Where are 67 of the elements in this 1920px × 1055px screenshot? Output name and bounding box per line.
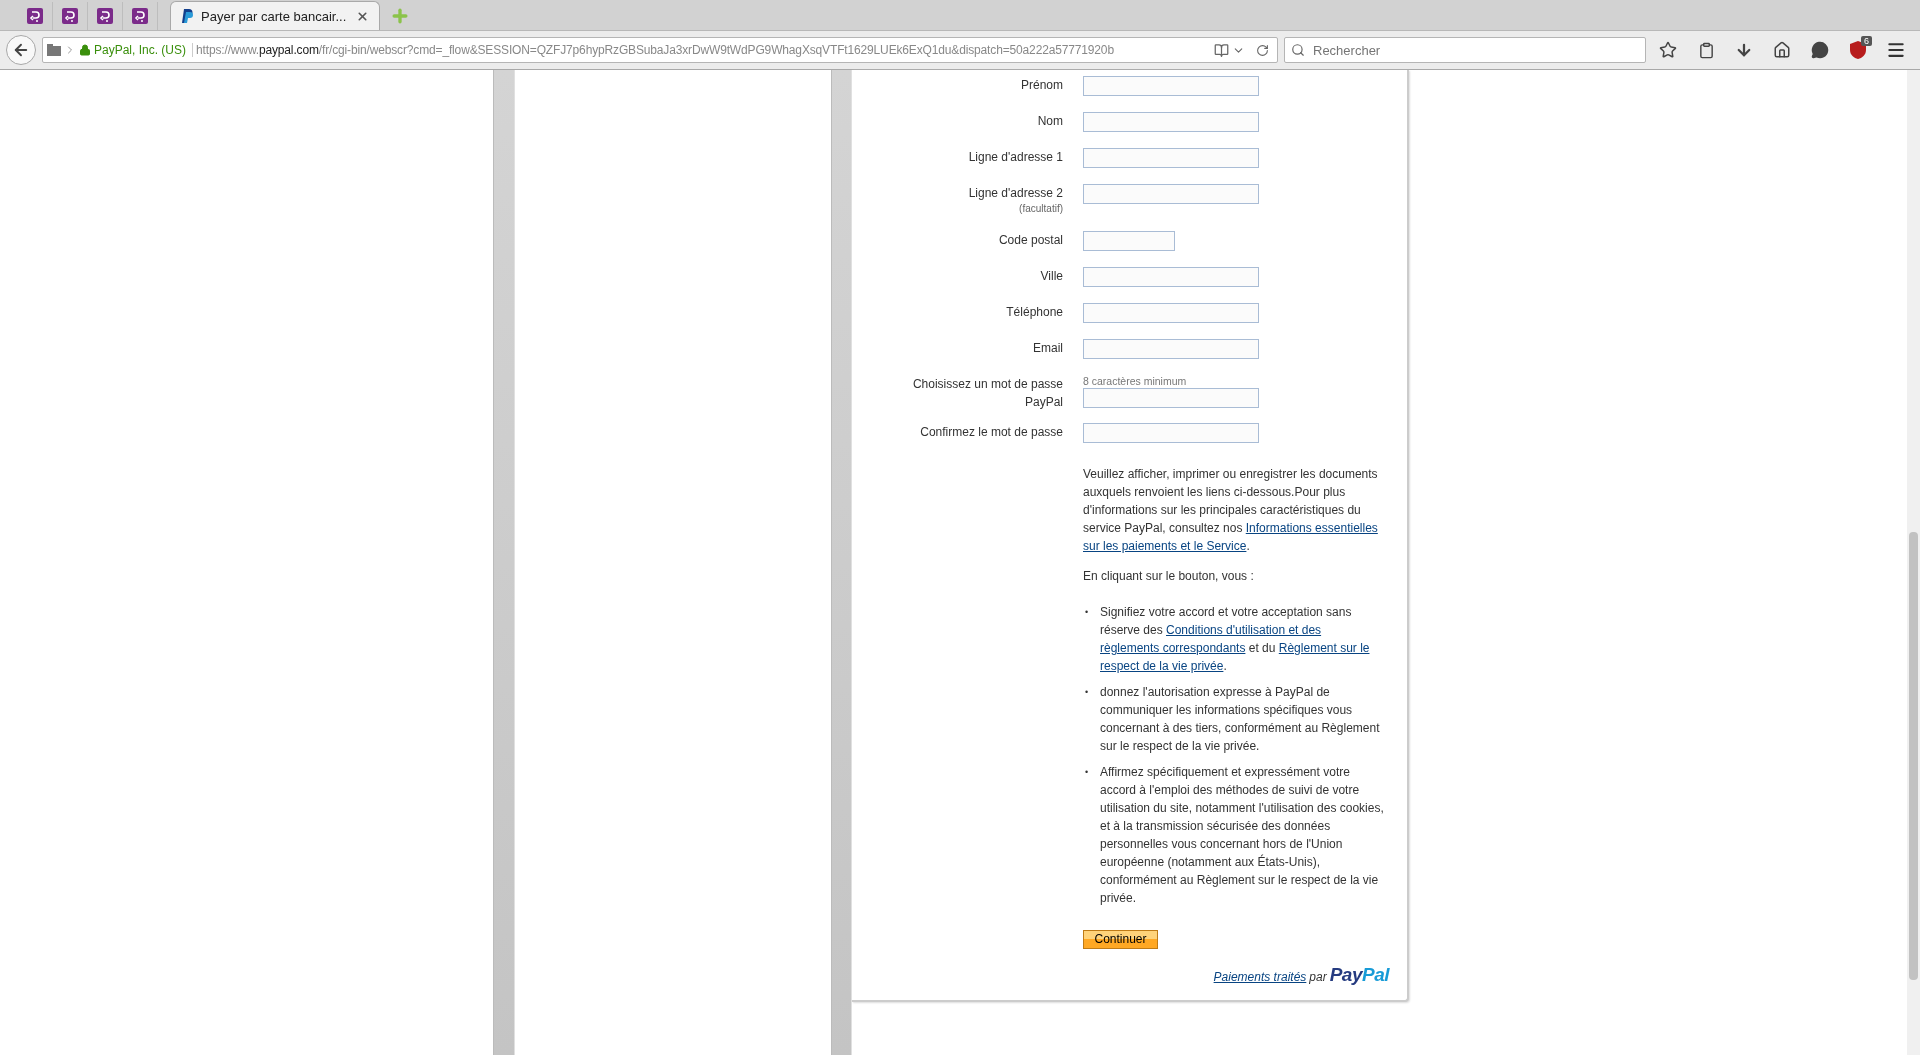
link[interactable]: règlements correspondants	[1100, 641, 1246, 655]
lead-text: En cliquant sur le bouton, vous :	[1083, 568, 1255, 585]
by-text: par	[1309, 969, 1327, 984]
search-input[interactable]: Rechercher	[1311, 41, 1645, 59]
reader-icon[interactable]	[1214, 42, 1229, 58]
input-field[interactable]	[1083, 267, 1259, 287]
input-field[interactable]	[1083, 148, 1259, 168]
input-field[interactable]	[1083, 423, 1259, 443]
speech-bubble-icon	[1811, 41, 1829, 59]
star-icon	[1659, 41, 1677, 59]
field-label: Prénom	[1019, 77, 1063, 94]
clipboard-icon	[1697, 41, 1715, 59]
input-field[interactable]	[1083, 76, 1259, 96]
bullet-marker: •	[1085, 606, 1090, 619]
close-icon[interactable]	[356, 9, 369, 23]
scrollbar-thumb[interactable]	[1909, 532, 1918, 980]
link[interactable]: Règlement sur le	[1278, 641, 1370, 655]
field-label: Email	[1032, 340, 1063, 357]
site-identity: PayPal, Inc. (US)	[94, 43, 194, 57]
app-icon	[97, 8, 113, 24]
home-icon	[1773, 41, 1791, 59]
search-icon	[1291, 43, 1305, 57]
back-button[interactable]	[6, 35, 36, 65]
field-label: Nom	[1036, 113, 1063, 130]
field-label: Code postal	[997, 232, 1063, 249]
field-note: (facultatif)	[1019, 202, 1063, 215]
paypal-logo: PayPal	[1329, 963, 1389, 986]
field-hint: 8 caractères minimum	[1083, 375, 1188, 388]
app-icon	[62, 8, 78, 24]
reload-icon[interactable]	[1256, 43, 1269, 57]
plus-icon	[390, 6, 410, 26]
bullet-marker: •	[1085, 686, 1090, 699]
list-item: Signifiez votre accord et votre acceptation sans réserve des Conditions d'utilisation et des règlements correspondants et du Règlement sur le respect de la vie privée.	[1100, 604, 1371, 675]
field-label: Confirmez le mot de passe	[919, 424, 1063, 441]
url-text: https://www.paypal.com/fr/cgi-bin/webscr?cmd=_flow&SESSION=QZFJ7p6hypRzGBSubaJa3xrDwW9tWdPG9WhagXsqVTFt1629LUEk6ExQ1du&dispatch=50a222a57771920b	[196, 43, 1115, 57]
input-field[interactable]	[1083, 231, 1175, 251]
field-label: Ligne d'adresse 1	[967, 149, 1063, 166]
input-field[interactable]	[1083, 184, 1259, 204]
input-field[interactable]	[1083, 388, 1259, 408]
link[interactable]: Conditions d'utilisation et des	[1166, 623, 1322, 637]
folder-icon	[47, 44, 61, 56]
count-badge: 6	[1861, 36, 1872, 46]
field-label: Choisissez un mot de passe PayPal	[911, 376, 1063, 411]
shield-icon	[1850, 41, 1866, 59]
app-icon	[27, 8, 43, 24]
input-field[interactable]	[1083, 112, 1259, 132]
address-bar[interactable]: PayPal, Inc. (US) https://www.paypal.com/fr/cgi-bin/webscr?cmd=_flow&SESSION=QZFJ7p6hypRzGBSubaJa3xrDwW9tWdPG9WhagXsqVTFt1629LUEk6ExQ1du&dispatch=50a222a57771920b	[42, 37, 1278, 63]
browser-tab[interactable]: Payer par carte bancair...	[170, 1, 380, 30]
list-item: Affirmez spécifiquement et expressément votre accord à l'emploi des méthodes de suivi de votre utilisation du site, notamment l'utilisation des cookies, et à la transmission sécurisée des données personnelles vous concernant hors de l'Union européenne (notamment aux États-Unis), conformément au Règlement sur le respect de la vie privée.	[1100, 764, 1385, 907]
app-icon	[132, 8, 148, 24]
list-item: donnez l'autorisation expresse à PayPal de communiquer les informations spécifiques vous concernant à des tiers, conformément au Règlement sur le respect de la vie privée.	[1100, 684, 1381, 755]
input-field[interactable]	[1083, 339, 1259, 359]
download-icon	[1735, 41, 1753, 59]
bullet-marker: •	[1085, 766, 1090, 779]
input-field[interactable]	[1083, 303, 1259, 323]
link[interactable]: Paiements traités	[1213, 969, 1307, 984]
info-paragraph: Veuillez afficher, imprimer ou enregistrer les documents auxquels renvoient les liens ci-dessous.Pour plus d'informations sur les principales caractéristiques du service PayPal, consultez nos Informations essentielles sur les paiements et le Service.	[1083, 466, 1379, 555]
link[interactable]: Informations essentielles	[1245, 521, 1378, 535]
shield-button[interactable]: 6	[1842, 35, 1874, 65]
paypal-icon	[181, 9, 193, 23]
field-label: Ville	[1039, 268, 1063, 285]
menu-icon	[1886, 40, 1906, 60]
lock-icon	[79, 44, 91, 56]
field-label: Ligne d'adresse 2	[967, 185, 1063, 202]
field-label: Téléphone	[1005, 304, 1063, 321]
continue-button[interactable]: Continuer	[1083, 929, 1158, 949]
search-box[interactable]: Rechercher	[1284, 37, 1646, 63]
